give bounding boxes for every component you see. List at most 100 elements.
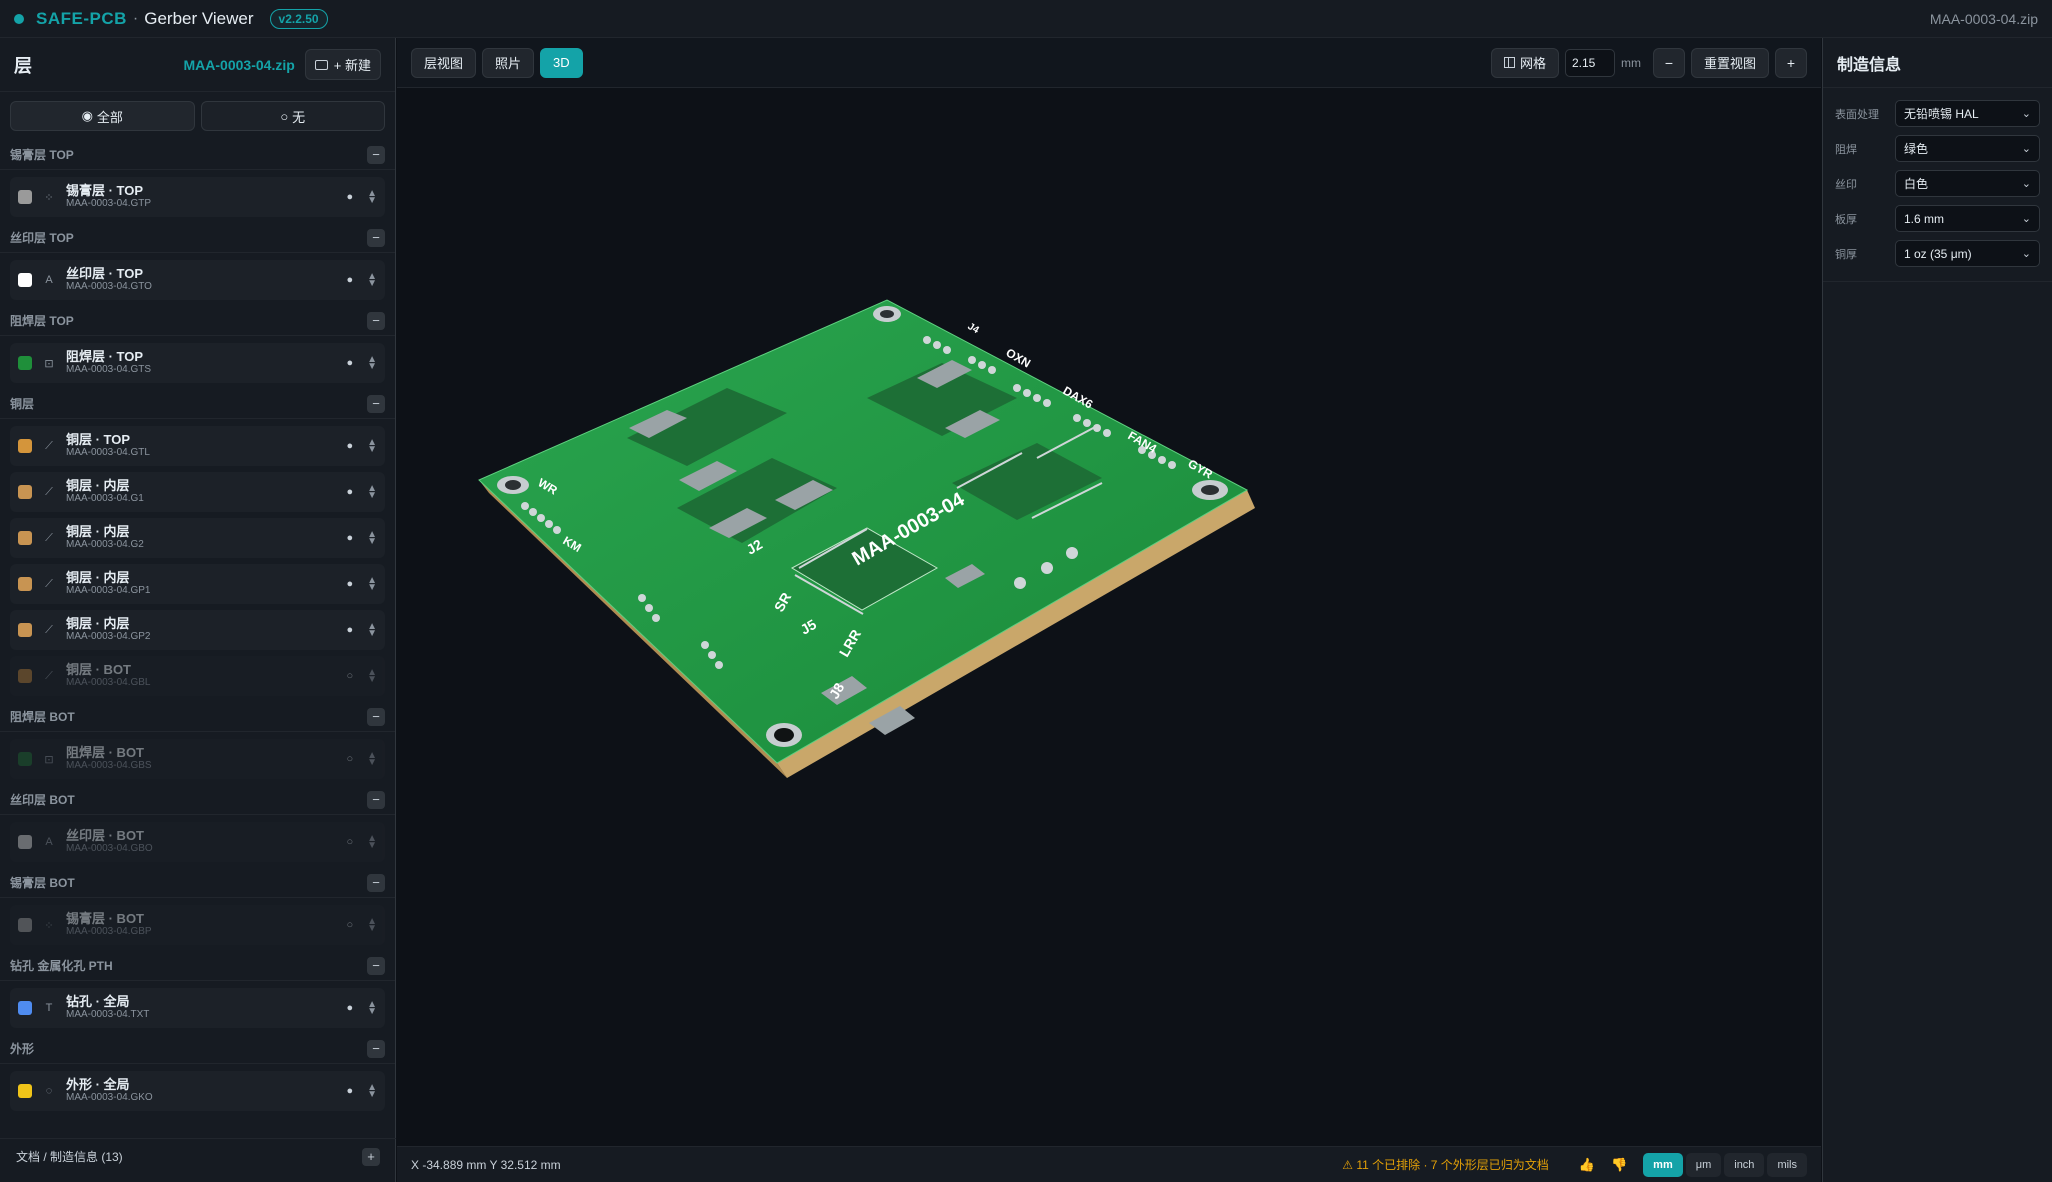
layer-type-icon: A bbox=[45, 836, 53, 848]
layer-color-swatch[interactable] bbox=[18, 1001, 32, 1015]
tab-photo[interactable]: 照片 bbox=[482, 47, 535, 78]
layer-row[interactable]: ⟋ 铜层 · 内层 MAA-0003-04.G2 ● ▲ ▼ bbox=[10, 518, 385, 558]
reorder-handle-icon[interactable]: ▲ ▼ bbox=[367, 1000, 377, 1017]
reorder-handle-icon[interactable]: ▲ ▼ bbox=[367, 917, 377, 934]
manufacturing-panel: 制造信息 表面处理 无铅喷锡 HAL ⌄ 阻焊 绿色 ⌄ 丝印 白色 ⌄ 板厚 1.6… bbox=[1822, 38, 2052, 1182]
layer-color-swatch[interactable] bbox=[18, 623, 32, 637]
collapse-group-button[interactable]: − bbox=[367, 1039, 385, 1058]
show-all-button[interactable]: ◉ 全部 bbox=[10, 101, 195, 131]
grid-toggle-button[interactable]: 网格 bbox=[1490, 47, 1559, 78]
layer-row[interactable]: ⁘ 锡膏层 · TOP MAA-0003-04.GTP ● ▲ ▼ bbox=[10, 177, 385, 217]
layer-color-swatch[interactable] bbox=[18, 190, 32, 204]
reorder-handle-icon[interactable]: ▲ ▼ bbox=[367, 438, 377, 455]
visible-dot-icon[interactable]: ● bbox=[346, 274, 353, 286]
docs-section[interactable]: 文档 / 制造信息 (13) + bbox=[0, 1138, 396, 1174]
unit-mm-button[interactable]: mm bbox=[1643, 1152, 1683, 1177]
layer-row[interactable]: A 丝印层 · BOT MAA-0003-04.GBO ○ ▲ ▼ bbox=[10, 822, 385, 862]
solder-mask-select[interactable]: 绿色 ⌄ bbox=[1895, 135, 2040, 162]
reorder-handle-icon[interactable]: ▲ ▼ bbox=[367, 189, 377, 206]
reorder-handle-icon[interactable]: ▲ ▼ bbox=[367, 668, 377, 685]
thumbs-down-icon[interactable]: 👎 bbox=[1611, 1157, 1627, 1173]
reorder-handle-icon[interactable]: ▲ ▼ bbox=[367, 751, 377, 768]
board-thickness-select[interactable]: 1.6 mm ⌄ bbox=[1895, 205, 2040, 232]
new-project-button[interactable]: + 新建 bbox=[304, 49, 381, 80]
layer-row[interactable]: ⟋ 铜层 · 内层 MAA-0003-04.GP2 ● ▲ ▼ bbox=[10, 610, 385, 650]
surface-finish-select[interactable]: 无铅喷锡 HAL ⌄ bbox=[1895, 100, 2040, 127]
unit-inch-button[interactable]: inch bbox=[1724, 1152, 1765, 1177]
visible-dot-icon[interactable]: ● bbox=[346, 1085, 353, 1097]
unit-mils-button[interactable]: mils bbox=[1767, 1152, 1807, 1177]
layer-row[interactable]: ⟋ 铜层 · TOP MAA-0003-04.GTL ● ▲ ▼ bbox=[10, 426, 385, 466]
visible-dot-icon[interactable]: ● bbox=[346, 191, 353, 203]
zoom-out-button[interactable]: − bbox=[1652, 47, 1685, 78]
pcb-3d-render[interactable]: MAA-0003-04 J2 J5 J8 SR KM WR FAN4 DAX6 … bbox=[397, 88, 1821, 1146]
visible-dot-icon[interactable]: ● bbox=[346, 486, 353, 498]
expand-docs-button[interactable]: + bbox=[362, 1147, 380, 1166]
layer-color-swatch[interactable] bbox=[18, 273, 32, 287]
layer-row[interactable]: ⟋ 铜层 · 内层 MAA-0003-04.GP1 ● ▲ ▼ bbox=[10, 564, 385, 604]
hidden-dot-icon[interactable]: ○ bbox=[346, 919, 353, 931]
zip-file-name[interactable]: MAA-0003-04.zip bbox=[184, 57, 295, 73]
layer-row[interactable]: ◌ 外形 · 全局 MAA-0003-04.GKO ● ▲ ▼ bbox=[10, 1071, 385, 1111]
visible-dot-icon[interactable]: ● bbox=[346, 440, 353, 452]
tab-layer-view[interactable]: 层视图 bbox=[411, 47, 477, 78]
reorder-handle-icon[interactable]: ▲ ▼ bbox=[367, 576, 377, 593]
layer-color-swatch[interactable] bbox=[18, 918, 32, 932]
collapse-group-button[interactable]: − bbox=[367, 311, 385, 330]
collapse-group-button[interactable]: − bbox=[367, 873, 385, 892]
visible-dot-icon[interactable]: ● bbox=[346, 1002, 353, 1014]
unit-um-button[interactable]: μm bbox=[1685, 1152, 1722, 1177]
reorder-handle-icon[interactable]: ▲ ▼ bbox=[367, 484, 377, 501]
pcb-3d-canvas[interactable]: MAA-0003-04 J2 J5 J8 SR KM WR FAN4 DAX6 … bbox=[397, 88, 1821, 1146]
layer-row[interactable]: ⟋ 铜层 · BOT MAA-0003-04.GBL ○ ▲ ▼ bbox=[10, 656, 385, 696]
reorder-handle-icon[interactable]: ▲ ▼ bbox=[367, 355, 377, 372]
collapse-group-button[interactable]: − bbox=[367, 707, 385, 726]
visible-dot-icon[interactable]: ● bbox=[346, 357, 353, 369]
show-none-button[interactable]: ○ 无 bbox=[200, 101, 385, 131]
visible-dot-icon[interactable]: ● bbox=[346, 532, 353, 544]
layer-row[interactable]: T 钻孔 · 全局 MAA-0003-04.TXT ● ▲ ▼ bbox=[10, 988, 385, 1028]
exclusion-warning[interactable]: ⚠ 11 个已排除 · 7 个外形层已归为文档 bbox=[1342, 1156, 1549, 1173]
thumbs-up-icon[interactable]: 👍 bbox=[1579, 1157, 1595, 1173]
layer-color-swatch[interactable] bbox=[18, 485, 32, 499]
layer-color-swatch[interactable] bbox=[18, 577, 32, 591]
tab-3d[interactable]: 3D bbox=[540, 47, 583, 78]
visible-dot-icon[interactable]: ● bbox=[346, 578, 353, 590]
layer-row[interactable]: ⟋ 铜层 · 内层 MAA-0003-04.G1 ● ▲ ▼ bbox=[10, 472, 385, 512]
reorder-handle-icon[interactable]: ▲ ▼ bbox=[367, 1083, 377, 1100]
collapse-group-button[interactable]: − bbox=[367, 956, 385, 975]
hidden-dot-icon[interactable]: ○ bbox=[346, 836, 353, 848]
layer-color-swatch[interactable] bbox=[18, 669, 32, 683]
layer-color-swatch[interactable] bbox=[18, 531, 32, 545]
view-controls: 网格 2.15 mm − 重置视图 + bbox=[1490, 47, 1807, 78]
hidden-dot-icon[interactable]: ○ bbox=[346, 753, 353, 765]
collapse-group-button[interactable]: − bbox=[367, 394, 385, 413]
reorder-handle-icon[interactable]: ▲ ▼ bbox=[367, 834, 377, 851]
layer-color-swatch[interactable] bbox=[18, 356, 32, 370]
collapse-group-button[interactable]: − bbox=[367, 228, 385, 247]
layer-color-swatch[interactable] bbox=[18, 752, 32, 766]
visible-dot-icon[interactable]: ● bbox=[346, 624, 353, 636]
layer-name: 锡膏层 · TOP bbox=[66, 183, 144, 198]
zoom-in-button[interactable]: + bbox=[1775, 47, 1807, 78]
layer-color-swatch[interactable] bbox=[18, 835, 32, 849]
radio-checked-icon: ◉ bbox=[81, 108, 93, 123]
reorder-handle-icon[interactable]: ▲ ▼ bbox=[367, 272, 377, 289]
layer-row[interactable]: ⊡ 阻焊层 · TOP MAA-0003-04.GTS ● ▲ ▼ bbox=[10, 343, 385, 383]
collapse-group-button[interactable]: − bbox=[367, 790, 385, 809]
layer-color-swatch[interactable] bbox=[18, 1084, 32, 1098]
copper-weight-select[interactable]: 1 oz (35 μm) ⌄ bbox=[1895, 240, 2040, 267]
layer-row[interactable]: ⁘ 锡膏层 · BOT MAA-0003-04.GBP ○ ▲ ▼ bbox=[10, 905, 385, 945]
layer-group-title: 丝印层 TOP bbox=[10, 231, 74, 245]
layer-row[interactable]: A 丝印层 · TOP MAA-0003-04.GTO ● ▲ ▼ bbox=[10, 260, 385, 300]
layer-color-swatch[interactable] bbox=[18, 439, 32, 453]
grid-size-input[interactable]: 2.15 bbox=[1564, 48, 1615, 77]
collapse-group-button[interactable]: − bbox=[367, 145, 385, 164]
layer-row[interactable]: ⊡ 阻焊层 · BOT MAA-0003-04.GBS ○ ▲ ▼ bbox=[10, 739, 385, 779]
silkscreen-select[interactable]: 白色 ⌄ bbox=[1895, 170, 2040, 197]
hidden-dot-icon[interactable]: ○ bbox=[346, 670, 353, 682]
reset-view-button[interactable]: 重置视图 bbox=[1690, 47, 1769, 78]
layer-file: MAA-0003-04.GP2 bbox=[66, 631, 151, 642]
reorder-handle-icon[interactable]: ▲ ▼ bbox=[367, 622, 377, 639]
reorder-handle-icon[interactable]: ▲ ▼ bbox=[367, 530, 377, 547]
